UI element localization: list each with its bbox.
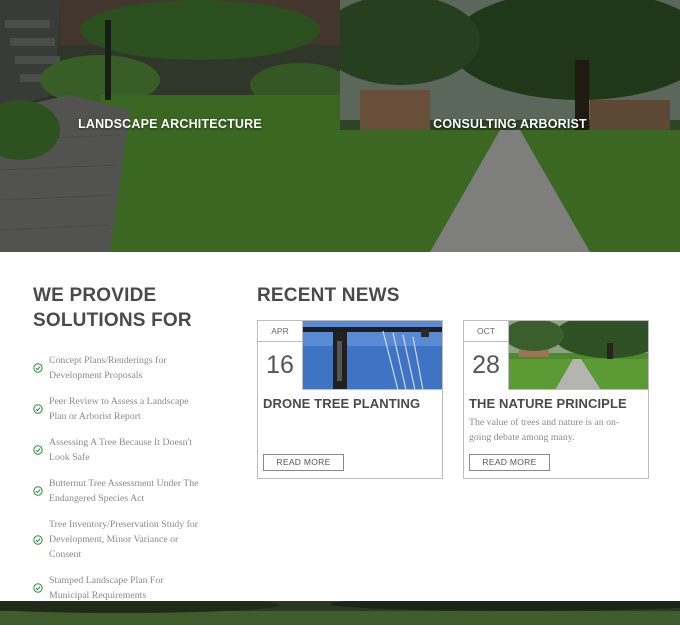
news-image-park[interactable] [509,321,648,390]
list-item: Assessing A Tree Because It Doesn't Look … [33,435,233,465]
tile-label: CONSULTING ARBORIST [433,117,587,131]
news-title[interactable]: DRONE TREE PLANTING [263,396,420,411]
services-section: WE PROVIDE SOLUTIONS FOR Concept Plans/R… [33,283,233,614]
news-title[interactable]: THE NATURE PRINCIPLE [469,396,627,411]
news-section: RECENT NEWS APR 16 DRONE TREE PLANTING R… [257,283,657,479]
services-heading: WE PROVIDE SOLUTIONS FOR [33,285,192,331]
list-item: Concept Plans/Renderings for Development … [33,353,233,383]
service-text: Tree Inventory/Preservation Study for Dev… [49,519,199,560]
check-circle-icon [33,534,43,545]
services-list: Concept Plans/Renderings for Development … [33,353,233,603]
check-circle-icon [33,445,43,455]
news-image-drone[interactable] [303,321,442,390]
tile-consulting-arborist[interactable]: CONSULTING ARBORIST [340,0,680,252]
check-circle-icon [33,486,43,496]
read-more-button[interactable]: READ MORE [469,454,550,471]
date-day: 28 [472,351,500,379]
read-more-button[interactable]: READ MORE [263,454,344,471]
check-circle-icon [33,404,43,414]
date-badge: APR 16 [258,321,303,390]
news-card-nature-principle[interactable]: OCT 28 THE NATURE PRINCIPLE The value of… [463,320,649,479]
check-circle-icon [33,583,43,593]
news-heading: RECENT NEWS [257,285,400,306]
news-card-drone-tree-planting[interactable]: APR 16 DRONE TREE PLANTING READ MORE [257,320,443,479]
tile-landscape-architecture[interactable]: LANDSCAPE ARCHITECTURE [0,0,340,252]
date-month: APR [258,321,302,342]
list-item: Stamped Landscape Plan For Municipal Requ… [33,573,233,603]
list-item: Peer Review to Assess a Landscape Plan or… [33,394,233,424]
service-text: Butternut Tree Assessment Under The Endan… [49,478,199,504]
check-circle-icon [33,363,43,373]
list-item: Butternut Tree Assessment Under The Endan… [33,476,233,506]
service-text: Concept Plans/Renderings for Development … [49,355,167,381]
news-excerpt: The value of trees and nature is an on-g… [469,417,620,443]
service-text: Assessing A Tree Because It Doesn't Look … [49,437,192,463]
footer-background-image [0,601,680,625]
date-badge: OCT 28 [464,321,509,390]
footer-photo-strip [0,601,680,625]
list-item: Tree Inventory/Preservation Study for Dev… [33,517,233,562]
tile-label: LANDSCAPE ARCHITECTURE [78,117,262,131]
service-text: Stamped Landscape Plan For Municipal Requ… [49,575,164,601]
date-month: OCT [464,321,508,342]
date-day: 16 [266,351,294,379]
service-text: Peer Review to Assess a Landscape Plan or… [49,396,189,422]
hero-banner: LANDSCAPE ARCHITECTURE CONSULTING ARBORI… [0,0,680,252]
